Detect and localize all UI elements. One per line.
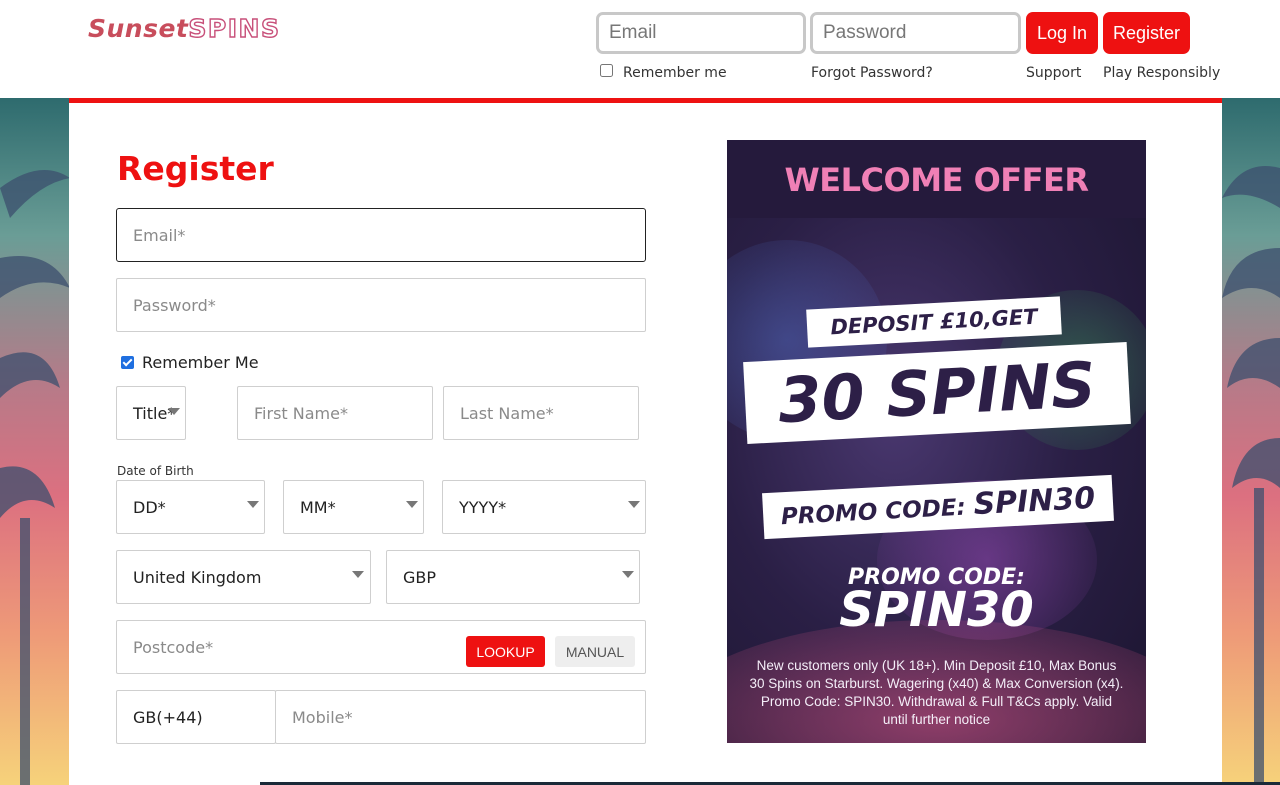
site-logo[interactable]: SunsetSPINS [88, 13, 281, 43]
palm-tree-right-icon [1222, 166, 1280, 785]
logo-text-spins: SPINS [188, 13, 281, 43]
mobile-field[interactable]: Mobile* [275, 690, 646, 744]
header-email-input[interactable] [596, 12, 806, 54]
palm-tree-left-icon [0, 170, 70, 785]
forgot-password-link[interactable]: Forgot Password? [811, 65, 933, 81]
dob-year-select[interactable]: YYYY* [442, 480, 646, 534]
support-link[interactable]: Support [1026, 65, 1081, 81]
promo-code-banner-code: SPIN30 [972, 480, 1096, 523]
currency-value: GBP [403, 567, 437, 587]
phone-code-value: GB(+44) [133, 707, 203, 727]
email-placeholder: Email* [133, 225, 186, 245]
mobile-placeholder: Mobile* [292, 707, 353, 727]
play-responsibly-link[interactable]: Play Responsibly [1103, 65, 1220, 81]
country-value: United Kingdom [133, 567, 262, 587]
header-remember-checkbox[interactable] [600, 64, 613, 77]
chevron-down-icon [622, 571, 634, 578]
chevron-down-icon [247, 501, 259, 508]
chevron-down-icon [406, 501, 418, 508]
remember-me-checkbox[interactable] [121, 356, 134, 369]
register-card: Register Email* Password* Remember Me Ti… [69, 98, 1222, 785]
dob-month-value: MM* [300, 497, 336, 517]
logo-text-sunset: Sunset [88, 14, 189, 43]
last-name-placeholder: Last Name* [460, 403, 554, 423]
password-placeholder: Password* [133, 295, 216, 315]
dob-year-value: YYYY* [459, 497, 507, 517]
login-button[interactable]: Log In [1026, 12, 1098, 54]
promo-terms: New customers only (UK 18+). Min Deposit… [749, 658, 1124, 727]
title-select[interactable]: Title* [116, 386, 186, 440]
currency-select[interactable]: GBP [386, 550, 640, 604]
lookup-button[interactable]: LOOKUP [466, 636, 545, 667]
password-field[interactable]: Password* [116, 278, 646, 332]
welcome-offer-heading: WELCOME OFFER [784, 161, 1090, 199]
register-button[interactable]: Register [1103, 12, 1190, 54]
chevron-down-icon [352, 571, 364, 578]
remember-me-label: Remember Me [142, 353, 259, 372]
country-select[interactable]: United Kingdom [116, 550, 371, 604]
top-bar: SunsetSPINS Log In Register Remember me … [0, 0, 1280, 98]
promo-code-value: SPIN30 [839, 582, 1034, 638]
header-remember-label: Remember me [623, 65, 727, 81]
dob-day-value: DD* [133, 497, 166, 517]
dob-day-select[interactable]: DD* [116, 480, 265, 534]
header-password-input[interactable] [810, 12, 1021, 54]
page-title: Register [117, 149, 274, 188]
phone-code-select[interactable]: GB(+44) [116, 690, 276, 744]
welcome-offer-banner[interactable]: WELCOME OFFER DEPOSIT £10,GET 30 SPINS P… [727, 140, 1146, 743]
first-name-placeholder: First Name* [254, 403, 348, 423]
chevron-down-icon [628, 501, 640, 508]
last-name-field[interactable]: Last Name* [443, 386, 639, 440]
email-field[interactable]: Email* [116, 208, 646, 262]
promo-code-banner-label: PROMO CODE: [780, 494, 967, 531]
first-name-field[interactable]: First Name* [237, 386, 433, 440]
chevron-down-icon [168, 408, 180, 415]
manual-button[interactable]: MANUAL [555, 636, 635, 667]
postcode-placeholder: Postcode* [133, 637, 214, 657]
dob-label: Date of Birth [117, 464, 194, 478]
dob-month-select[interactable]: MM* [283, 480, 424, 534]
